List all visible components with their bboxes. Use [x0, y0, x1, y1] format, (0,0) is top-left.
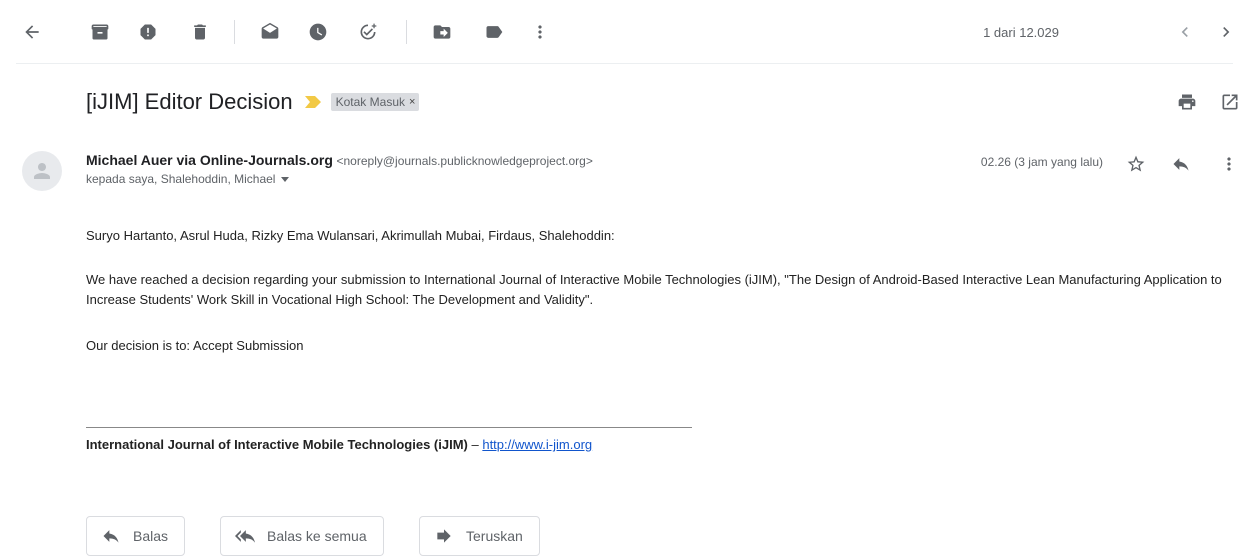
reply-all-icon	[235, 530, 255, 543]
signature-journal-name: International Journal of Interactive Mob…	[86, 437, 468, 452]
toolbar-divider	[16, 63, 1233, 64]
subject-row: [iJIM] Editor Decision Kotak Masuk ×	[86, 86, 420, 118]
email-subject: [iJIM] Editor Decision	[86, 89, 293, 114]
reply-button[interactable]: Balas	[86, 516, 186, 556]
remove-label-icon[interactable]: ×	[409, 96, 415, 108]
star-icon[interactable]	[1122, 150, 1150, 178]
signature: International Journal of Interactive Mob…	[86, 437, 592, 452]
open-in-new-window-icon[interactable]	[1218, 90, 1242, 114]
arrow-back-icon[interactable]	[18, 18, 46, 46]
toolbar-separator	[406, 20, 407, 44]
reply-icon[interactable]	[1167, 150, 1195, 178]
sender-name[interactable]: Michael Auer via Online-Journals.org	[86, 152, 333, 168]
recipients-line: kepada saya, Shalehoddin, Michael	[86, 172, 290, 186]
forward-button-label: Teruskan	[466, 528, 523, 544]
signature-rule	[86, 427, 692, 428]
move-to-icon[interactable]	[428, 18, 456, 46]
add-to-tasks-icon[interactable]	[354, 18, 382, 46]
sender-avatar[interactable]	[22, 151, 62, 191]
label-chip-inbox: Kotak Masuk ×	[330, 93, 420, 111]
reply-all-button[interactable]: Balas ke semua	[220, 516, 384, 556]
mark-unread-icon[interactable]	[256, 18, 284, 46]
forward-button[interactable]: Teruskan	[419, 516, 540, 556]
reply-icon	[103, 530, 119, 543]
sender-line: Michael Auer via Online-Journals.org <no…	[86, 152, 593, 168]
report-spam-icon[interactable]	[134, 18, 162, 46]
show-details-icon[interactable]	[281, 176, 290, 182]
snooze-icon[interactable]	[304, 18, 332, 46]
reply-all-button-label: Balas ke semua	[267, 528, 367, 544]
reply-button-label: Balas	[133, 528, 169, 544]
body-paragraph-decision: Our decision is to: Accept Submission	[86, 338, 304, 353]
chevron-left-icon[interactable]	[1171, 18, 1199, 46]
chevron-right-icon[interactable]	[1212, 18, 1240, 46]
body-paragraph-decision-notice: We have reached a decision regarding you…	[86, 272, 1222, 307]
forward-icon	[437, 529, 451, 543]
archive-icon[interactable]	[86, 18, 114, 46]
labels-icon[interactable]	[480, 18, 508, 46]
journal-website-link[interactable]: http://www.i-jim.org	[482, 437, 592, 452]
recipients-text: kepada saya, Shalehoddin, Michael	[86, 172, 276, 186]
message-more-vert-icon[interactable]	[1215, 150, 1243, 178]
important-marker-icon[interactable]	[304, 96, 321, 108]
sender-email: <noreply@journals.publicknowledgeproject…	[336, 154, 593, 168]
toolbar-separator	[234, 20, 235, 44]
more-vert-icon[interactable]	[526, 18, 554, 46]
person-icon	[34, 163, 50, 179]
pager-count: 1 dari 12.029	[983, 25, 1059, 40]
delete-icon[interactable]	[186, 18, 214, 46]
message-timestamp: 02.26 (3 jam yang lalu)	[980, 155, 1103, 169]
print-icon[interactable]	[1175, 90, 1199, 114]
label-chip-text: Kotak Masuk	[335, 95, 405, 109]
body-greeting: Suryo Hartanto, Asrul Huda, Rizky Ema Wu…	[86, 228, 615, 243]
toolbar: 1 dari 12.029	[0, 0, 1249, 64]
signature-separator: –	[467, 437, 483, 452]
